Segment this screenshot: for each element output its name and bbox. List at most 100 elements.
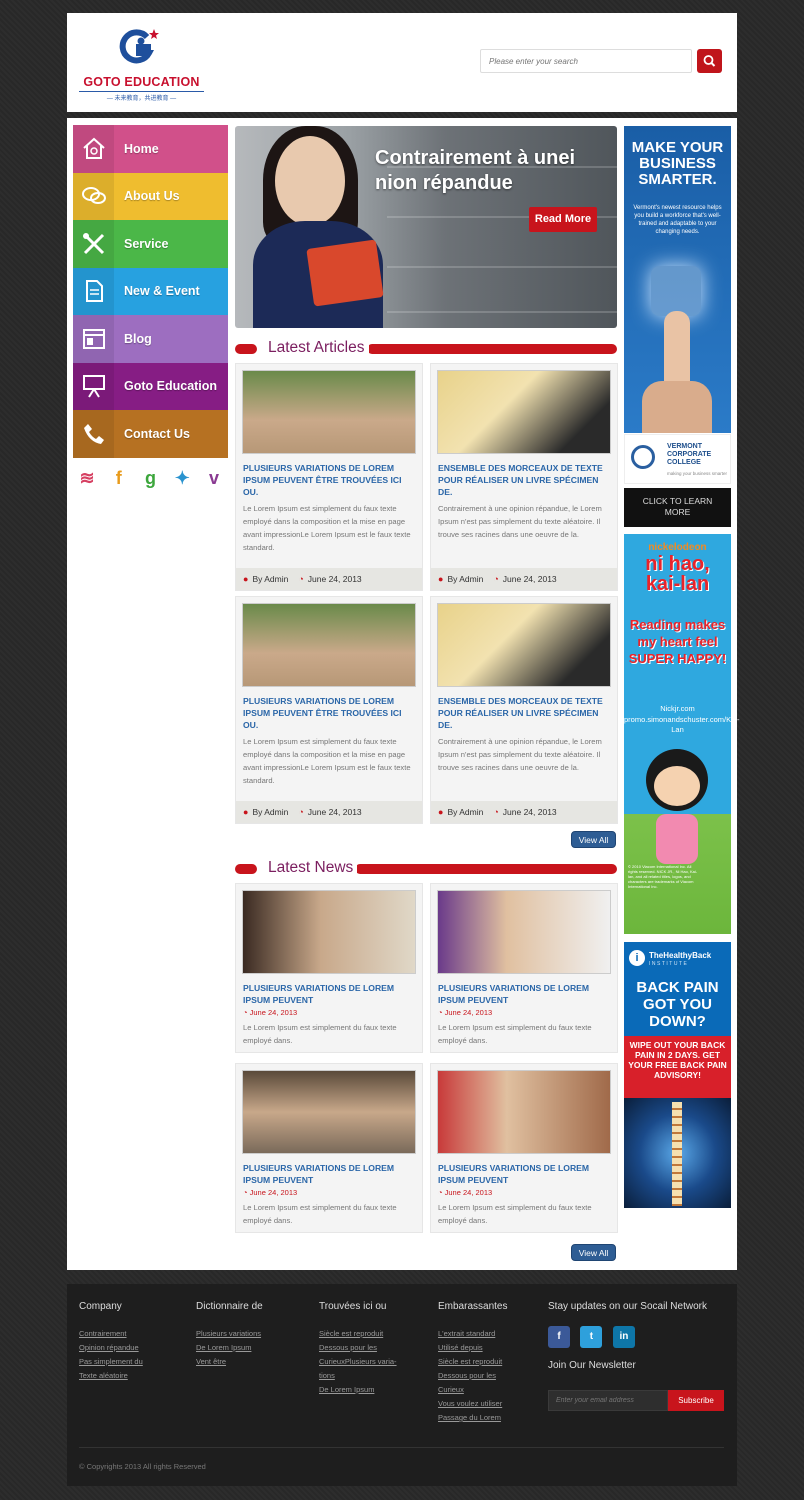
facebook-icon[interactable]: f (108, 468, 130, 489)
article-excerpt: Contrairement à une opinion répandue, le… (438, 504, 602, 539)
section-title: Latest News (264, 859, 358, 877)
linkedin-icon[interactable]: in (612, 1326, 635, 1348)
article-card[interactable]: PLUSIEURS VARIATIONS DE LOREM IPSUM PEUV… (235, 596, 423, 824)
google-icon[interactable]: g (140, 468, 162, 489)
newsletter-title: Join Our Newsletter (548, 1360, 636, 1371)
read-more-button[interactable]: Read More (529, 207, 597, 232)
nav-item-about[interactable]: About Us (73, 172, 228, 220)
nav-label: New & Event (124, 284, 200, 299)
article-title[interactable]: PLUSIEURS VARIATIONS DE LOREM IPSUM PEUV… (243, 462, 417, 498)
footer-link[interactable]: Dessous pour les (319, 1341, 397, 1355)
news-thumbnail[interactable] (242, 1070, 416, 1154)
news-thumbnail[interactable] (242, 890, 416, 974)
nav-item-news-event[interactable]: New & Event (73, 267, 228, 315)
news-thumbnail[interactable] (437, 890, 611, 974)
article-thumbnail[interactable] (242, 370, 416, 454)
footer-link[interactable]: Plusieurs variations (196, 1327, 263, 1341)
clock-icon: ◔ (493, 574, 499, 584)
news-thumbnail[interactable] (437, 1070, 611, 1154)
news-title[interactable]: PLUSIEURS VARIATIONS DE LOREM IPSUM PEUV… (243, 1162, 417, 1186)
subscribe-button[interactable]: Subscribe (668, 1390, 724, 1411)
latest-news-heading: Latest News (235, 859, 617, 878)
footer-link[interactable]: De Lorem Ipsum (319, 1383, 397, 1397)
article-thumbnail[interactable] (437, 370, 611, 454)
article-thumbnail[interactable] (437, 603, 611, 687)
article-date: June 24, 2013 (307, 574, 362, 584)
footer-column-title: Company (79, 1301, 122, 1312)
news-date: ◔ June 24, 2013 (438, 1188, 493, 1197)
twitter-icon[interactable]: ✦ (171, 468, 193, 489)
footer-divider (79, 1447, 724, 1448)
ad-nihao-url1: Nickjr.com (660, 704, 695, 713)
footer-link[interactable]: Contrairement (79, 1327, 143, 1341)
article-card[interactable]: ENSEMBLE DES MORCEAUX DE TEXTE POUR RÉAL… (430, 363, 618, 591)
article-card[interactable]: PLUSIEURS VARIATIONS DE LOREM IPSUM PEUV… (235, 363, 423, 591)
news-title[interactable]: PLUSIEURS VARIATIONS DE LOREM IPSUM PEUV… (243, 982, 417, 1006)
search-icon (703, 55, 716, 67)
news-card[interactable]: PLUSIEURS VARIATIONS DE LOREM IPSUM PEUV… (430, 883, 618, 1053)
rss-icon[interactable]: ≋ (76, 468, 98, 489)
footer-link[interactable]: Curieux (438, 1383, 507, 1397)
article-title[interactable]: ENSEMBLE DES MORCEAUX DE TEXTE POUR RÉAL… (438, 695, 612, 731)
vimeo-icon[interactable]: v (203, 468, 225, 489)
brand-name: GOTO EDUCATION (83, 75, 200, 89)
footer-link[interactable]: Utilisé depuis (438, 1341, 507, 1355)
ad-nihao-kailan[interactable]: nickelodeon ni hao, kai-lan Reading make… (624, 534, 740, 934)
footer-link[interactable]: L'extrait standard (438, 1327, 507, 1341)
news-title[interactable]: PLUSIEURS VARIATIONS DE LOREM IPSUM PEUV… (438, 1162, 612, 1186)
news-excerpt: Le Lorem Ipsum est simplement du faux te… (438, 1203, 592, 1225)
ad-nihao-title: ni hao, kai-lan (645, 553, 710, 595)
footer-link[interactable]: Siècle est reproduit (319, 1327, 397, 1341)
ad-vermont-logo[interactable]: VERMONT CORPORATE COLLEGE making your bu… (624, 434, 731, 484)
news-card[interactable]: PLUSIEURS VARIATIONS DE LOREM IPSUM PEUV… (235, 1063, 423, 1233)
ad-healthy-back[interactable]: i TheHealthyBack INSTITUTE BACK PAIN GOT… (624, 942, 731, 1208)
news-card[interactable]: PLUSIEURS VARIATIONS DE LOREM IPSUM PEUV… (430, 1063, 618, 1233)
footer-link[interactable]: Passage du Lorem (438, 1411, 507, 1425)
user-icon: ● (438, 574, 444, 584)
tools-icon (73, 220, 114, 268)
nav-item-service[interactable]: Service (73, 220, 228, 268)
ad-nihao-url2: promo.simonandschuster.com/Kai-Lan (624, 715, 740, 734)
search-input[interactable] (480, 49, 692, 73)
footer-link[interactable]: Dessous pour les (438, 1369, 507, 1383)
newsletter-email-input[interactable] (548, 1390, 668, 1411)
twitter-icon[interactable]: t (580, 1326, 603, 1348)
site-logo[interactable]: GOTO EDUCATION — 未来教育，共进教育 — (79, 25, 204, 102)
ad-back-headline: BACK PAIN GOT YOU DOWN? (636, 979, 719, 1030)
nav-item-contact[interactable]: Contact Us (73, 410, 228, 458)
news-date: ◔ June 24, 2013 (438, 1008, 493, 1017)
ad-vermont-cta[interactable]: CLICK TO LEARN MORE (624, 488, 731, 527)
footer-link[interactable]: Vent être (196, 1355, 263, 1369)
news-view-all-button[interactable]: View All (571, 1244, 616, 1261)
news-card[interactable]: PLUSIEURS VARIATIONS DE LOREM IPSUM PEUV… (235, 883, 423, 1053)
document-icon (73, 267, 114, 315)
facebook-icon[interactable]: f (548, 1326, 570, 1348)
footer-social-column: Stay updates on our Socail Network f t i… (548, 1301, 728, 1386)
footer-link[interactable]: CurieuxPlusieurs varia- (319, 1355, 397, 1369)
article-title[interactable]: PLUSIEURS VARIATIONS DE LOREM IPSUM PEUV… (243, 695, 417, 731)
ad-vermont-glow (651, 266, 701, 316)
footer-link[interactable]: Pas simplement du (79, 1355, 143, 1369)
search-button[interactable] (697, 49, 722, 73)
footer-link[interactable]: Siècle est reproduit (438, 1355, 507, 1369)
footer-column-title: Embarassantes (438, 1301, 508, 1312)
nav-label: Contact Us (124, 426, 190, 441)
ad-vermont-college-name: VERMONT CORPORATE COLLEGE (667, 443, 712, 466)
nav-item-blog[interactable]: Blog (73, 315, 228, 363)
user-icon: ● (243, 807, 249, 817)
article-card[interactable]: ENSEMBLE DES MORCEAUX DE TEXTE POUR RÉAL… (430, 596, 618, 824)
nav-item-home[interactable]: Home (73, 125, 228, 173)
browser-icon (73, 315, 114, 363)
article-title[interactable]: ENSEMBLE DES MORCEAUX DE TEXTE POUR RÉAL… (438, 462, 612, 498)
nav-item-goto-education[interactable]: Goto Education (73, 362, 228, 410)
footer-link[interactable]: Opinion répandue (79, 1341, 143, 1355)
news-title[interactable]: PLUSIEURS VARIATIONS DE LOREM IPSUM PEUV… (438, 982, 612, 1006)
article-meta: ● By Admin ◔ June 24, 2013 (431, 568, 617, 590)
footer-link[interactable]: Vous voulez utiliser (438, 1397, 507, 1411)
footer-link[interactable]: De Lorem Ipsum (196, 1341, 263, 1355)
article-thumbnail[interactable] (242, 603, 416, 687)
footer-link[interactable]: tions (319, 1369, 397, 1383)
footer-link[interactable]: Texte aléatoire (79, 1369, 143, 1383)
articles-view-all-button[interactable]: View All (571, 831, 616, 848)
ad-vermont-college[interactable]: MAKE YOUR BUSINESS SMARTER. Vermont's ne… (624, 126, 731, 433)
